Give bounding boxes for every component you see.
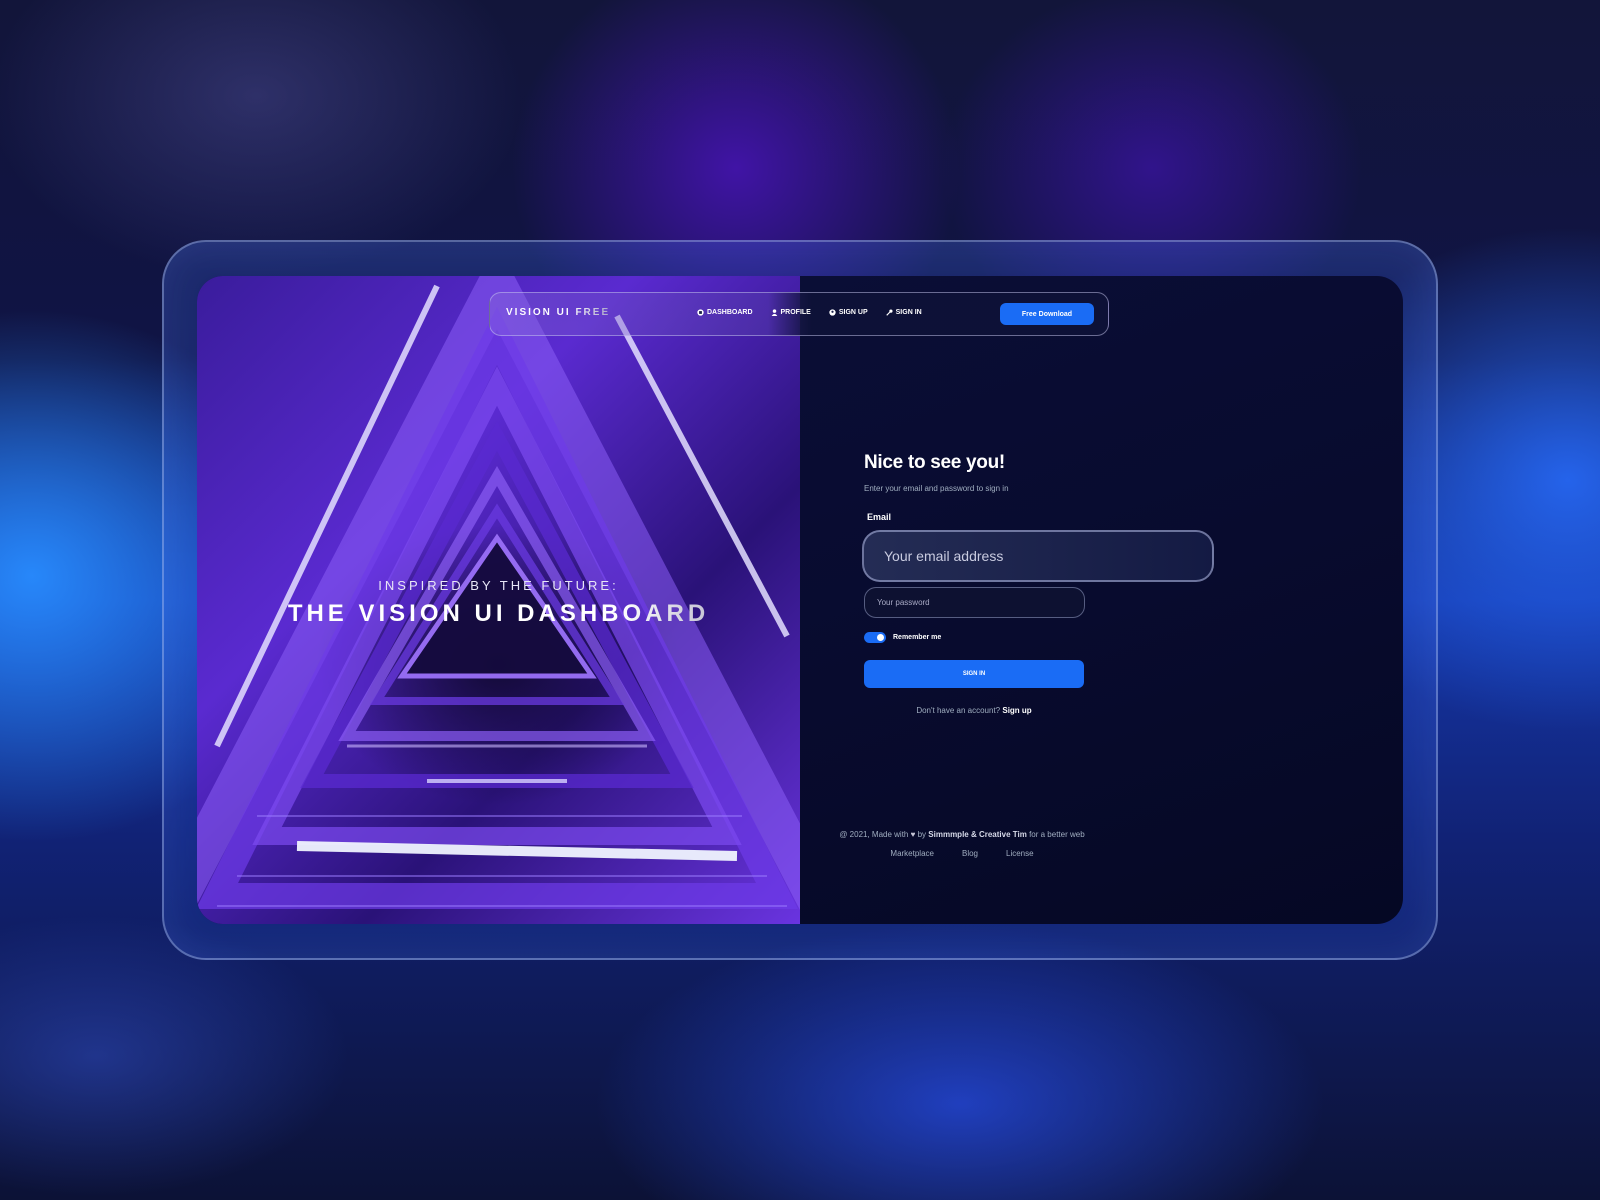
form-title: Nice to see you! bbox=[864, 452, 1005, 473]
email-field[interactable] bbox=[862, 530, 1214, 582]
key-icon bbox=[885, 309, 893, 316]
footer-link-marketplace[interactable]: Marketplace bbox=[890, 849, 934, 858]
copyright-text: @ 2021, Made with ♥ by Simmmple & Creati… bbox=[812, 830, 1112, 839]
user-icon bbox=[771, 309, 777, 316]
remember-me-toggle[interactable] bbox=[864, 632, 886, 643]
hero-image-panel: INSPIRED BY THE FUTURE: THE VISION UI DA… bbox=[197, 276, 800, 924]
footer-links: Marketplace Blog License bbox=[812, 849, 1112, 858]
copyright-suffix: for a better web bbox=[1029, 830, 1085, 839]
circle-user-icon bbox=[829, 309, 836, 316]
footer: @ 2021, Made with ♥ by Simmmple & Creati… bbox=[812, 830, 1112, 858]
password-field[interactable] bbox=[864, 587, 1085, 618]
nav-links: DASHBOARD PROFILE SIGN UP SIGN IN bbox=[697, 309, 922, 316]
footer-link-blog[interactable]: Blog bbox=[962, 849, 978, 858]
copyright-authors[interactable]: Simmmple & Creative Tim bbox=[928, 830, 1027, 839]
sign-in-button[interactable]: SIGN IN bbox=[864, 660, 1084, 688]
free-download-button[interactable]: Free Download bbox=[1000, 303, 1094, 325]
copyright-prefix: @ 2021, Made with bbox=[839, 830, 909, 839]
hero-title: THE VISION UI DASHBOARD bbox=[197, 600, 800, 628]
heart-icon: ♥ bbox=[910, 830, 916, 839]
sign-up-link[interactable]: Sign up bbox=[1002, 706, 1031, 715]
dashboard-icon bbox=[697, 309, 704, 316]
nav-item-dashboard[interactable]: DASHBOARD bbox=[697, 309, 753, 316]
signup-prompt: Don't have an account? Sign up bbox=[864, 706, 1084, 715]
no-account-text: Don't have an account? bbox=[916, 706, 1001, 715]
toggle-knob bbox=[877, 634, 884, 641]
nav-item-label: DASHBOARD bbox=[707, 309, 753, 316]
nav-item-label: SIGN UP bbox=[838, 309, 868, 316]
app-screen: INSPIRED BY THE FUTURE: THE VISION UI DA… bbox=[197, 276, 1403, 924]
top-navbar: VISION UI FREE DASHBOARD PROFILE SIGN UP… bbox=[489, 292, 1109, 336]
brand-logo[interactable]: VISION UI FREE bbox=[506, 307, 610, 318]
nav-item-label: PROFILE bbox=[780, 309, 811, 316]
nav-item-profile[interactable]: PROFILE bbox=[771, 309, 811, 316]
signin-form: Nice to see you! Enter your email and pa… bbox=[862, 452, 1224, 715]
footer-link-license[interactable]: License bbox=[1006, 849, 1034, 858]
nav-item-signup[interactable]: SIGN UP bbox=[829, 309, 868, 316]
email-label: Email bbox=[867, 512, 892, 522]
hero-eyebrow: INSPIRED BY THE FUTURE: bbox=[378, 578, 619, 593]
nav-item-signin[interactable]: SIGN IN bbox=[885, 309, 922, 316]
form-subtitle: Enter your email and password to sign in bbox=[864, 484, 1009, 493]
remember-me-label: Remember me bbox=[893, 634, 942, 641]
remember-me-row: Remember me bbox=[864, 632, 941, 643]
copyright-by: by bbox=[917, 830, 927, 839]
nav-item-label: SIGN IN bbox=[895, 309, 922, 316]
